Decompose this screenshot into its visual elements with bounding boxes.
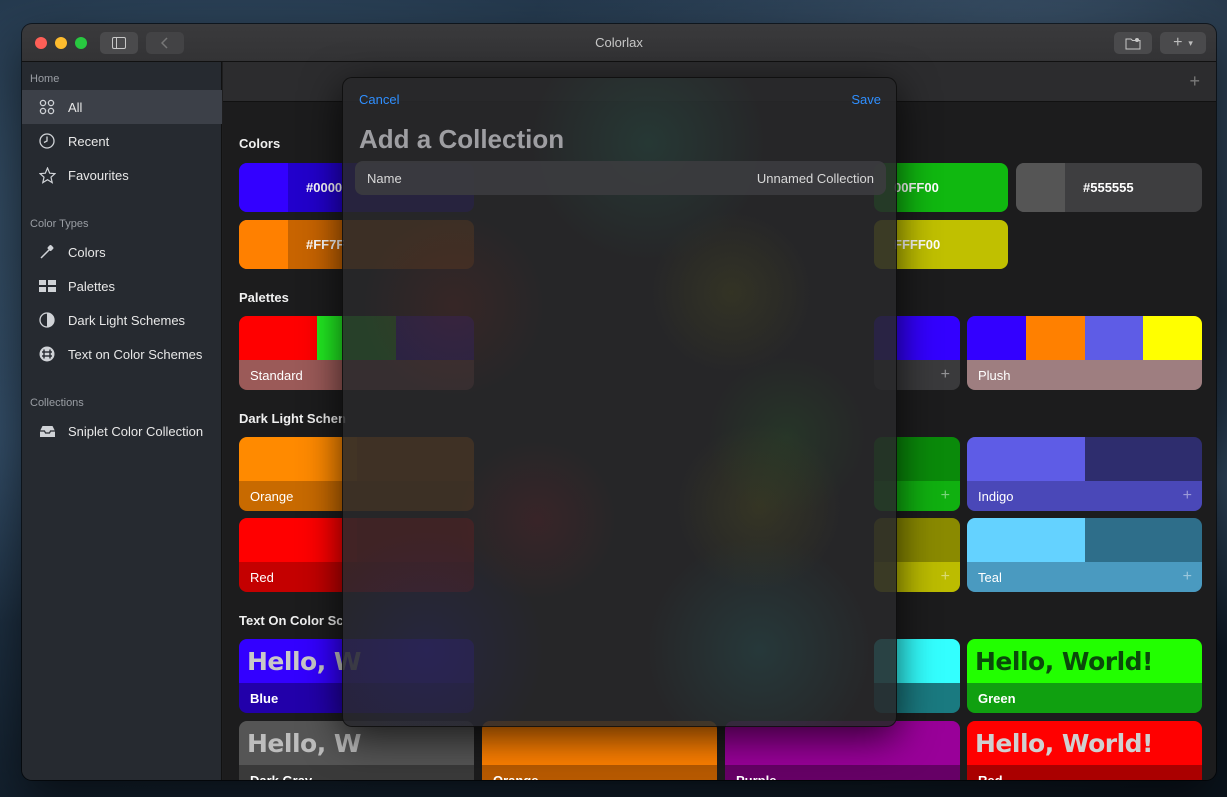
scheme-colors <box>967 437 1202 481</box>
sidebar-item-label: Text on Color Schemes <box>68 346 203 362</box>
sidebar-item-favourites[interactable]: Favourites <box>22 158 222 192</box>
plus-icon[interactable]: + <box>1189 71 1200 92</box>
text-scheme-preview: Hello, World! <box>967 639 1202 683</box>
sidebar-item-label: Sniplet Color Collection <box>68 423 204 439</box>
plus-icon: + <box>1173 34 1183 51</box>
scheme-color-swatch <box>917 437 960 481</box>
palette-color-swatch <box>1143 316 1202 360</box>
add-icon[interactable]: + <box>941 568 950 586</box>
window-title: Colorlax <box>595 35 643 50</box>
text-scheme-label: Purple <box>725 765 960 780</box>
scheme-card-label: Indigo + <box>967 481 1202 511</box>
palette-card-label: Plush <box>967 360 1202 390</box>
scheme-color-swatch <box>967 437 1085 481</box>
palette-color-swatch <box>1025 316 1085 360</box>
palette-color-swatch <box>239 316 318 360</box>
palette-colors <box>967 316 1202 360</box>
tray-icon <box>38 422 56 440</box>
text-scheme-card[interactable]: Hello, World! Red <box>967 721 1202 780</box>
section-title-text-on-color-schemes: Text On Color Sc <box>239 613 344 628</box>
half-circle-icon <box>38 311 56 329</box>
scheme-card-name: Indigo <box>978 488 1014 504</box>
folder-badge-icon <box>1125 37 1141 49</box>
text-scheme-label: Green <box>967 683 1202 713</box>
add-icon[interactable]: + <box>941 366 950 384</box>
sidebar-item-label: All <box>68 99 83 115</box>
clock-icon <box>38 132 56 150</box>
text-scheme-card[interactable]: Orange <box>482 721 717 780</box>
palette-color-swatch <box>1084 316 1144 360</box>
sidebar-section-home: Home <box>30 73 60 85</box>
text-scheme-card[interactable]: Purple <box>725 721 960 780</box>
section-title-dark-light-schemes: Dark Light Schen <box>239 411 346 426</box>
scheme-color-swatch <box>239 518 357 562</box>
text-scheme-label: Red <box>967 765 1202 780</box>
title-bar: Colorlax + ▾ <box>22 24 1216 62</box>
text-scheme-preview: Hello, World! <box>967 721 1202 765</box>
add-icon[interactable]: + <box>1183 487 1192 505</box>
sidebar-section-collections: Collections <box>30 397 84 409</box>
cancel-button[interactable]: Cancel <box>359 92 399 107</box>
text-scheme-label: Orange <box>482 765 717 780</box>
sidebar-item-all[interactable]: All <box>22 90 222 124</box>
text-scheme-preview <box>725 721 960 765</box>
sidebar-item-colors[interactable]: Colors <box>22 235 222 269</box>
scheme-card-name: Teal <box>978 569 1002 585</box>
scheme-color-swatch <box>1084 518 1202 562</box>
text-scheme-card[interactable]: Hello, World! Green <box>967 639 1202 713</box>
scheme-color-swatch <box>239 437 357 481</box>
add-icon[interactable]: + <box>1183 568 1192 586</box>
palette-card[interactable]: Plush <box>967 316 1202 390</box>
text-scheme-label: Dark Gray <box>239 765 474 780</box>
sidebar-item-label: Dark Light Schemes <box>68 312 186 328</box>
sidebar-item-palettes[interactable]: Palettes <box>22 269 222 303</box>
section-title-palettes: Palettes <box>239 290 289 305</box>
sidebar: Home All Recent Favourites Color Types C… <box>22 62 222 780</box>
sidebar-item-dark-light-schemes[interactable]: Dark Light Schemes <box>22 303 222 337</box>
text-scheme-preview: Hello, W <box>239 721 474 765</box>
text-scheme-card[interactable]: Hello, W Dark Gray <box>239 721 474 780</box>
sidebar-item-label: Recent <box>68 133 110 149</box>
grid-icon <box>38 98 56 116</box>
palette-icon <box>38 277 56 295</box>
sidebar-item-text-on-color-schemes[interactable]: Text on Color Schemes <box>22 337 222 371</box>
section-title-colors: Colors <box>239 136 281 151</box>
scheme-color-swatch <box>967 518 1085 562</box>
star-icon <box>38 166 56 184</box>
color-swatch <box>239 220 288 269</box>
scheme-color-swatch <box>917 518 960 562</box>
sidebar-item-sniplet-color-collection[interactable]: Sniplet Color Collection <box>22 414 222 448</box>
palette-color-swatch <box>967 316 1026 360</box>
text-scheme-preview <box>482 721 717 765</box>
sidebar-item-label: Favourites <box>68 167 129 183</box>
color-card[interactable]: #555555 <box>1016 163 1202 212</box>
scheme-card-label: Teal + <box>967 562 1202 592</box>
name-field-value[interactable]: Unnamed Collection <box>757 171 874 186</box>
scheme-card[interactable]: Teal + <box>967 518 1202 592</box>
add-menu-button[interactable]: + ▾ <box>1160 32 1206 54</box>
eyedropper-icon <box>38 243 56 261</box>
sidebar-item-label: Colors <box>68 244 106 260</box>
chevron-down-icon: ▾ <box>1188 37 1193 48</box>
scheme-card[interactable]: Indigo + <box>967 437 1202 511</box>
color-swatch <box>1016 163 1065 212</box>
save-button[interactable]: Save <box>851 92 881 107</box>
sidebar-section-color-types: Color Types <box>30 218 89 230</box>
color-swatch <box>239 163 288 212</box>
scheme-colors <box>967 518 1202 562</box>
sidebar-item-label: Palettes <box>68 278 115 294</box>
scheme-color-swatch <box>1084 437 1202 481</box>
text-circle-icon <box>38 345 56 363</box>
add-collection-sheet: Cancel Save Add a Collection Name Unname… <box>342 77 897 727</box>
sheet-title: Add a Collection <box>359 124 565 154</box>
new-folder-button[interactable] <box>1114 32 1152 54</box>
name-field-row[interactable]: Name Unnamed Collection <box>355 161 886 195</box>
name-field-label: Name <box>367 170 402 186</box>
add-icon[interactable]: + <box>941 487 950 505</box>
sidebar-item-recent[interactable]: Recent <box>22 124 222 158</box>
color-card-label: #555555 <box>1083 180 1134 195</box>
